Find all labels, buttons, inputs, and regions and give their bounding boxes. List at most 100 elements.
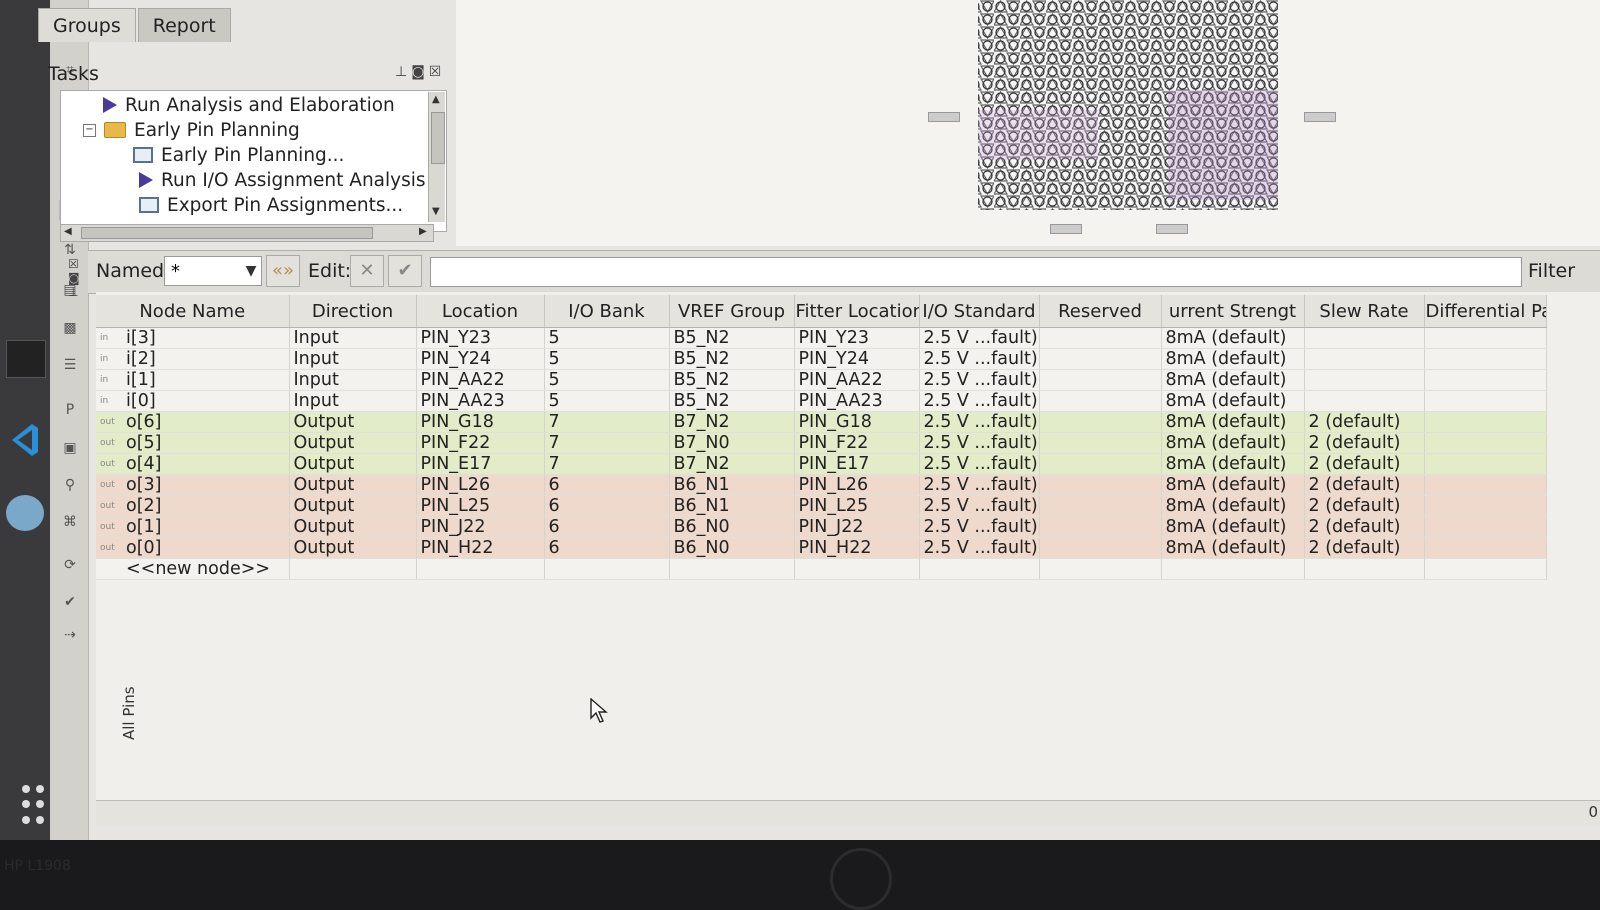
table-row[interactable]: out o[3] Output PIN_L26 6 B6_N1 PIN_L26 2.5 V .… [96, 474, 1547, 496]
cell-current-strength[interactable]: 8mA (default) [1161, 453, 1305, 475]
cell-differential-pair[interactable] [1424, 537, 1547, 559]
cell-differential-pair[interactable] [1424, 390, 1547, 412]
cell-direction[interactable]: Input [289, 369, 417, 391]
cell-node-name[interactable]: in i[2] [96, 348, 290, 370]
group-icon[interactable]: ⌘ [59, 512, 81, 532]
close-icon[interactable]: ☒ [68, 257, 86, 271]
cell-differential-pair[interactable] [1424, 348, 1547, 370]
probe-icon[interactable]: ⚲ [59, 475, 81, 495]
cell-vref-group[interactable]: B5_N2 [669, 369, 795, 391]
task-export-pin-assignments[interactable]: Export Pin Assignments... [139, 193, 403, 217]
cell-slew-rate[interactable]: 2 (default) [1304, 453, 1425, 475]
cell-fitter-location[interactable]: PIN_G18 [794, 411, 920, 433]
cell-current-strength[interactable]: 8mA (default) [1161, 327, 1305, 349]
cell-slew-rate[interactable]: 2 (default) [1304, 411, 1425, 433]
cell-location[interactable]: PIN_L26 [416, 474, 545, 496]
cell-current-strength[interactable]: 8mA (default) [1161, 495, 1305, 517]
cell-location[interactable]: PIN_F22 [416, 432, 545, 454]
cell-current-strength[interactable]: 8mA (default) [1161, 411, 1305, 433]
vscode-icon[interactable] [6, 420, 44, 456]
empty-cell[interactable] [289, 558, 417, 580]
cell-vref-group[interactable]: B6_N0 [669, 537, 795, 559]
cell-io-bank[interactable]: 7 [544, 432, 670, 454]
cell-differential-pair[interactable] [1424, 516, 1547, 538]
cell-differential-pair[interactable] [1424, 495, 1547, 517]
cell-node-name[interactable]: out o[0] [96, 537, 290, 559]
refresh-icon[interactable]: ⟳ [59, 555, 81, 575]
cell-location[interactable]: PIN_Y23 [416, 327, 545, 349]
cell-reserved[interactable] [1039, 411, 1162, 433]
tasks-vertical-scrollbar[interactable]: ▲ ▼ [428, 92, 445, 222]
cell-current-strength[interactable]: 8mA (default) [1161, 348, 1305, 370]
export-icon[interactable]: ⇢ [59, 625, 81, 645]
cell-direction[interactable]: Output [289, 432, 417, 454]
cell-differential-pair[interactable] [1424, 411, 1547, 433]
cell-io-standard[interactable]: 2.5 V ...fault) [919, 516, 1040, 538]
cell-slew-rate[interactable] [1304, 369, 1425, 391]
cell-node-name[interactable]: out o[5] [96, 432, 290, 454]
cell-slew-rate[interactable]: 2 (default) [1304, 495, 1425, 517]
empty-cell[interactable] [1039, 558, 1162, 580]
cell-direction[interactable]: Output [289, 516, 417, 538]
table-row[interactable]: out o[0] Output PIN_H22 6 B6_N0 PIN_H22 2.5 V .… [96, 537, 1547, 559]
cell-differential-pair[interactable] [1424, 432, 1547, 454]
table-row[interactable]: in i[3] Input PIN_Y23 5 B5_N2 PIN_Y23 2.5 V ...… [96, 327, 1547, 349]
cell-io-bank[interactable]: 6 [544, 474, 670, 496]
tab-groups[interactable]: Groups [38, 8, 136, 42]
cell-fitter-location[interactable]: PIN_L26 [794, 474, 920, 496]
cell-reserved[interactable] [1039, 495, 1162, 517]
cell-vref-group[interactable]: B7_N0 [669, 432, 795, 454]
col-current-strength[interactable]: urrent Strengt [1161, 295, 1305, 328]
cell-direction[interactable]: Output [289, 495, 417, 517]
cell-reserved[interactable] [1039, 348, 1162, 370]
cell-io-bank[interactable]: 5 [544, 327, 670, 349]
cell-io-standard[interactable]: 2.5 V ...fault) [919, 390, 1040, 412]
cell-location[interactable]: PIN_E17 [416, 453, 545, 475]
table-row[interactable]: out o[6] Output PIN_G18 7 B7_N2 PIN_G18 2.5 V .… [96, 411, 1547, 433]
cell-io-bank[interactable]: 6 [544, 516, 670, 538]
cell-vref-group[interactable]: B5_N2 [669, 390, 795, 412]
cell-current-strength[interactable]: 8mA (default) [1161, 432, 1305, 454]
task-run-io-assignment-analysis[interactable]: Run I/O Assignment Analysis [139, 168, 426, 192]
scroll-thumb[interactable] [81, 227, 373, 239]
cell-fitter-location[interactable]: PIN_Y23 [794, 327, 920, 349]
terminal-icon[interactable] [6, 340, 46, 378]
scroll-left-icon[interactable]: ◀ [64, 226, 72, 237]
cell-reserved[interactable] [1039, 390, 1162, 412]
cell-io-standard[interactable]: 2.5 V ...fault) [919, 411, 1040, 433]
pin-window-icon[interactable]: ⊥ [395, 64, 411, 80]
cell-vref-group[interactable]: B6_N1 [669, 474, 795, 496]
cell-io-bank[interactable]: 5 [544, 348, 670, 370]
table-row[interactable]: in i[2] Input PIN_Y24 5 B5_N2 PIN_Y24 2.5 V ...… [96, 348, 1547, 370]
cell-fitter-location[interactable]: PIN_F22 [794, 432, 920, 454]
cell-fitter-location[interactable]: PIN_H22 [794, 537, 920, 559]
scroll-down-icon[interactable]: ▼ [432, 206, 440, 217]
cell-fitter-location[interactable]: PIN_Y24 [794, 348, 920, 370]
table-row[interactable]: out o[4] Output PIN_E17 7 B7_N2 PIN_E17 2.5 V .… [96, 453, 1547, 475]
new-node-cell[interactable]: <<new node>> [96, 558, 290, 580]
cell-reserved[interactable] [1039, 453, 1162, 475]
cell-io-bank[interactable]: 7 [544, 411, 670, 433]
empty-cell[interactable] [669, 558, 795, 580]
col-io-bank[interactable]: I/O Bank [544, 295, 670, 328]
cell-reserved[interactable] [1039, 537, 1162, 559]
empty-cell[interactable] [544, 558, 670, 580]
cell-vref-group[interactable]: B5_N2 [669, 327, 795, 349]
cell-reserved[interactable] [1039, 474, 1162, 496]
table-row[interactable]: in i[0] Input PIN_AA23 5 B5_N2 PIN_AA23 2.5 V .… [96, 390, 1547, 412]
cell-io-standard[interactable]: 2.5 V ...fault) [919, 432, 1040, 454]
cell-node-name[interactable]: out o[2] [96, 495, 290, 517]
cell-direction[interactable]: Input [289, 390, 417, 412]
cell-current-strength[interactable]: 8mA (default) [1161, 516, 1305, 538]
col-vref-group[interactable]: VREF Group [669, 295, 795, 328]
cell-io-bank[interactable]: 6 [544, 495, 670, 517]
pin-window-icon[interactable]: ⊥ [68, 285, 86, 299]
cell-node-name[interactable]: out o[4] [96, 453, 290, 475]
board-icon[interactable]: ▣ [59, 438, 81, 458]
cell-location[interactable]: PIN_G18 [416, 411, 545, 433]
float-window-icon[interactable]: ◙ [411, 64, 429, 80]
tab-report[interactable]: Report [137, 8, 231, 42]
cell-location[interactable]: PIN_Y24 [416, 348, 545, 370]
accept-edit-button[interactable]: ✔ [388, 255, 422, 287]
cell-io-bank[interactable]: 5 [544, 390, 670, 412]
